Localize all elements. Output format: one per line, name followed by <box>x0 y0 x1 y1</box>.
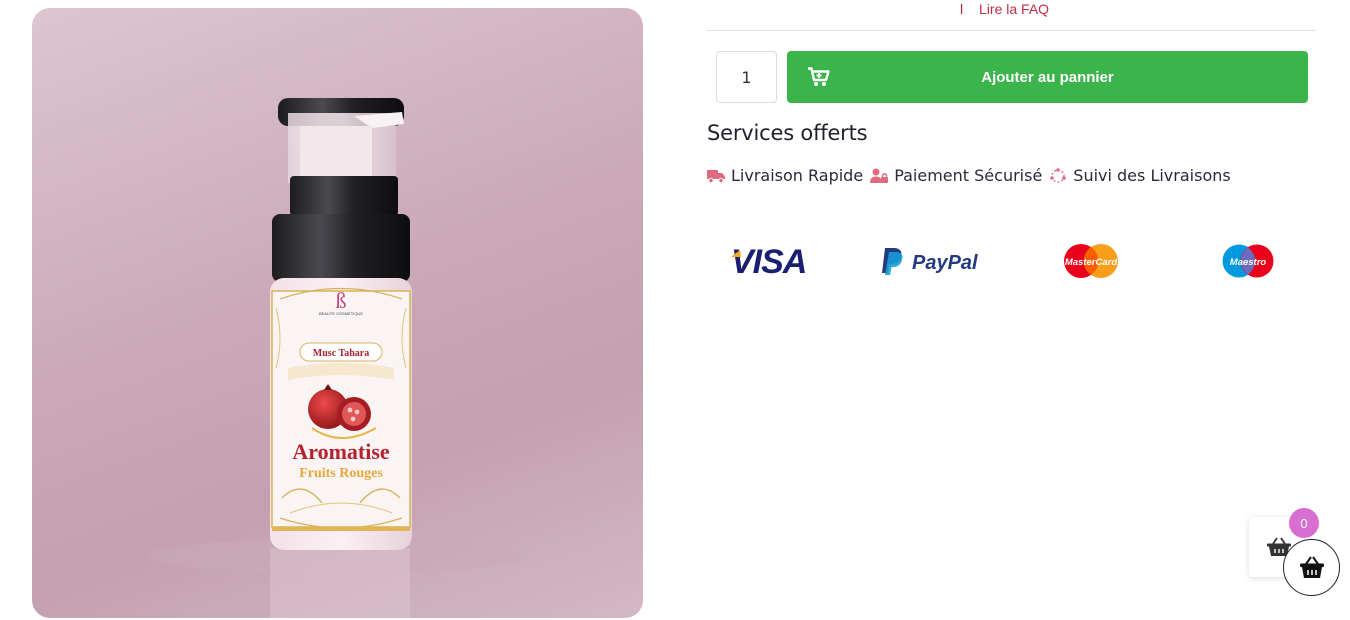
svg-text:Maestro: Maestro <box>1230 257 1267 268</box>
service-label: Suivi des Livraisons <box>1073 166 1231 185</box>
svg-text:MasterCard: MasterCard <box>1065 257 1117 268</box>
faq-separator: l <box>960 1 964 17</box>
label-subtitle: Fruits Rouges <box>299 466 383 481</box>
faq-link[interactable]: Lire la FAQ <box>979 1 1049 17</box>
service-label: Paiement Sécurisé <box>894 166 1043 185</box>
label-brand: BEAUTE COSMETIQUE <box>319 311 363 316</box>
faq-row: l Lire la FAQ <box>960 1 1049 17</box>
divider <box>707 30 1316 31</box>
maestro-logo: Maestro <box>1220 236 1276 286</box>
visa-logo: VISA <box>729 236 825 286</box>
tracking-icon <box>1050 167 1067 183</box>
services-list: Livraison Rapide Paiement Sécurisé Suivi… <box>707 166 1238 185</box>
svg-text:PayPal: PayPal <box>912 252 978 274</box>
payment-methods: VISA PayPal MasterCard Maestro <box>707 236 1317 286</box>
cart-count-badge: 0 <box>1289 508 1319 538</box>
truck-icon <box>707 169 725 183</box>
mastercard-logo: MasterCard <box>1062 236 1120 286</box>
user-lock-icon <box>870 168 889 183</box>
label-title: Aromatise <box>292 439 390 464</box>
service-item: Paiement Sécurisé <box>870 166 1042 185</box>
paypal-logo: PayPal <box>882 236 986 286</box>
side-cart-toggle[interactable] <box>1283 539 1340 596</box>
svg-text:VISA: VISA <box>731 244 806 278</box>
add-to-cart-label: Ajouter au pannier <box>981 68 1114 86</box>
add-to-cart-button[interactable]: Ajouter au pannier <box>787 51 1308 103</box>
service-item: Livraison Rapide <box>707 166 863 185</box>
cart-icon <box>808 67 830 86</box>
label-name: Musc Tahara <box>313 348 369 359</box>
svg-text:ß: ß <box>336 288 347 313</box>
product-image[interactable]: ß BEAUTE COSMETIQUE Musc Tahara Aromatis… <box>32 8 643 618</box>
service-item: Suivi des Livraisons <box>1049 166 1231 185</box>
services-title: Services offerts <box>707 121 868 145</box>
quantity-input[interactable]: 1 <box>716 51 777 103</box>
service-label: Livraison Rapide <box>731 166 864 185</box>
shopping-bag-icon <box>1299 555 1324 578</box>
